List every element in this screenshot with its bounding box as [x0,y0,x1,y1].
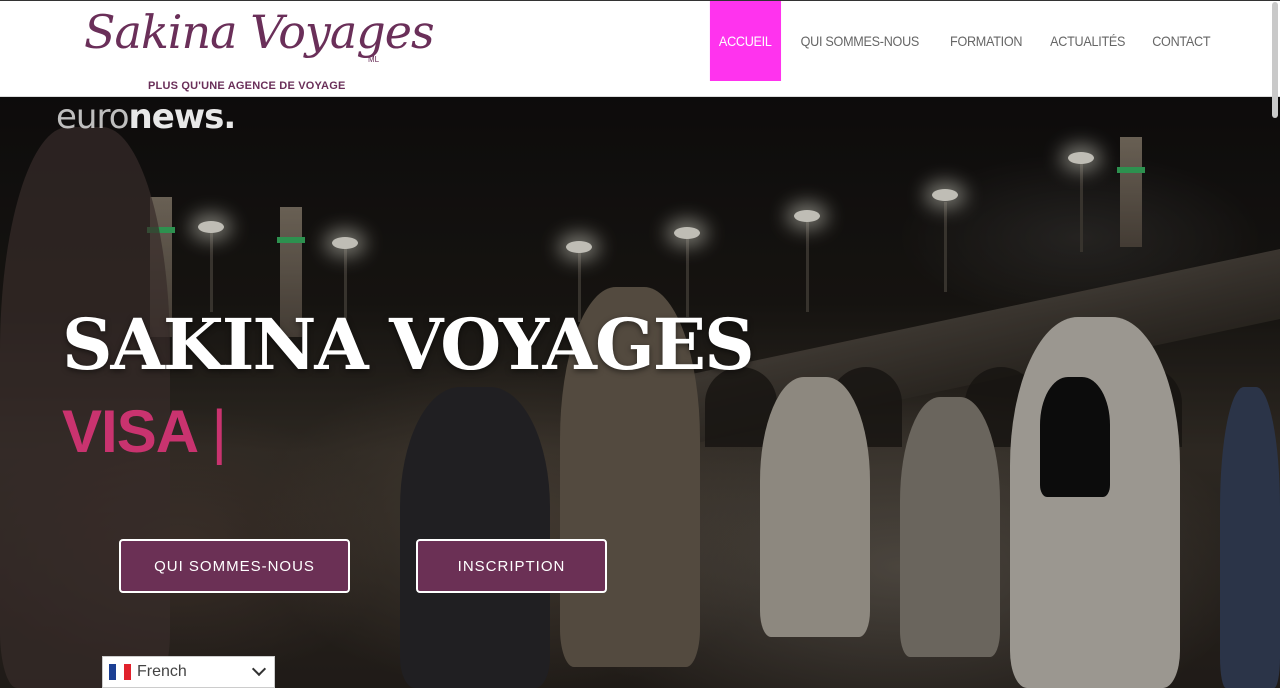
hero-video: euronews. SAKINA VOYAGES VISA | QUI SOMM… [0,97,1280,688]
logo-tagline: PLUS QU'UNE AGENCE DE VOYAGE [148,80,346,92]
qui-sommes-nous-button[interactable]: QUI SOMMES-NOUS [119,539,350,593]
hero-title: SAKINA VOYAGES [62,303,755,386]
nav-item-accueil[interactable]: ACCUEIL [709,1,781,81]
language-label: French [137,663,187,680]
euronews-watermark: euronews. [56,97,237,137]
hero-subtitle: VISA | [62,397,227,466]
watermark-light-text: euro [56,97,129,137]
logo-name: Sakina Voyages [84,5,435,59]
chevron-down-icon [251,661,267,677]
nav-item-formation[interactable]: FORMATION [941,1,1031,81]
logo-suffix: ML [368,55,380,64]
hero-typed-text: VISA [62,398,212,465]
language-selector[interactable]: French [102,656,275,688]
page-scrollbar[interactable] [1272,2,1278,118]
typing-cursor: | [211,398,227,465]
nav-item-contact[interactable]: CONTACT [1144,1,1220,81]
site-logo[interactable]: Sakina Voyages ML PLUS QU'UNE AGENCE DE … [84,5,435,95]
nav-item-qui-sommes-nous[interactable]: QUI SOMMES-NOUS [792,1,928,81]
inscription-button[interactable]: INSCRIPTION [416,539,607,593]
main-nav: ACCUEIL QUI SOMMES-NOUS FORMATION ACTUAL… [706,1,1224,81]
hero-overlay [0,97,1280,688]
watermark-bold-text: news. [128,97,237,137]
site-header: Sakina Voyages ML PLUS QU'UNE AGENCE DE … [0,0,1280,97]
france-flag-icon [109,664,131,680]
nav-item-actualites[interactable]: ACTUALITÉS [1041,1,1134,81]
